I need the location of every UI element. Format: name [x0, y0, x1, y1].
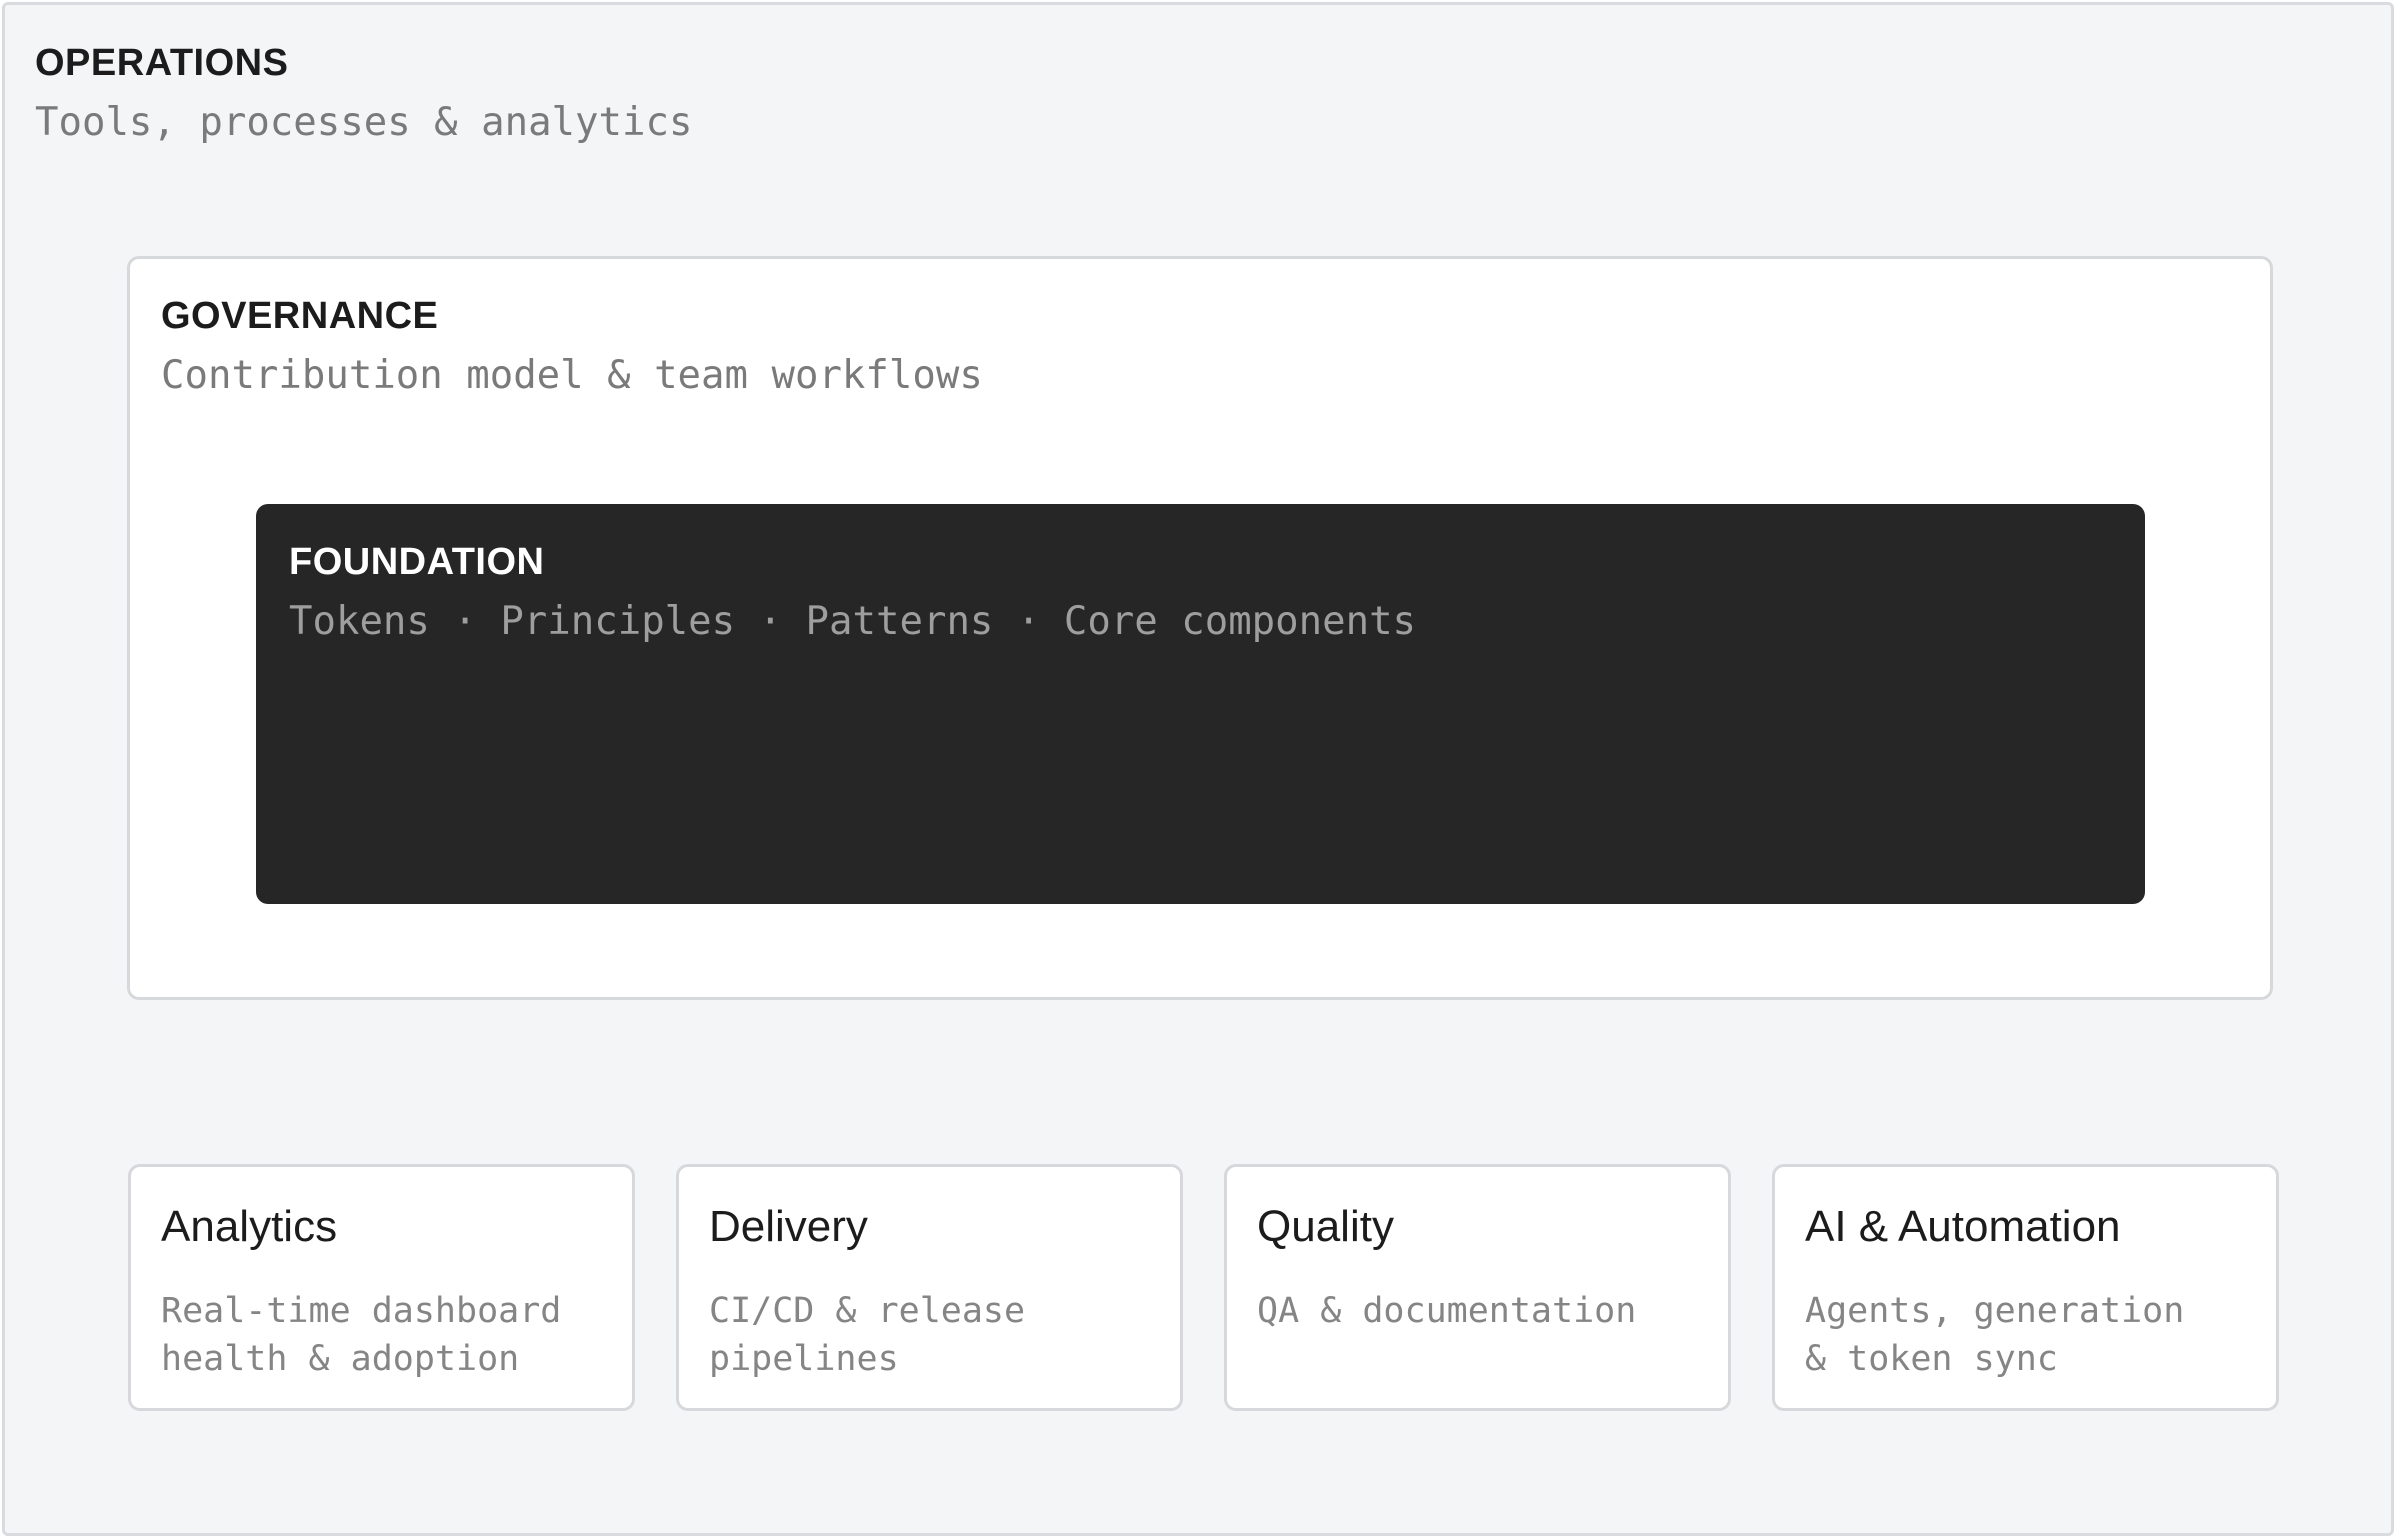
foundation-subtitle: Tokens · Principles · Patterns · Core co… — [289, 599, 1417, 644]
card-description: Real-time dashboard health & adoption — [161, 1291, 562, 1379]
operations-title: OPERATIONS — [35, 42, 289, 84]
card-title: AI & Automation — [1805, 1202, 2121, 1251]
card-analytics: Analytics Real-time dashboard health & a… — [128, 1164, 635, 1411]
card-title: Quality — [1257, 1202, 1394, 1251]
operations-subtitle: Tools, processes & analytics — [35, 100, 693, 145]
card-quality: Quality QA & documentation — [1224, 1164, 1731, 1411]
governance-subtitle: Contribution model & team workflows — [161, 353, 983, 398]
card-description: QA & documentation — [1257, 1291, 1637, 1331]
card-title: Delivery — [709, 1202, 868, 1251]
card-ai-automation: AI & Automation Agents, generation & tok… — [1772, 1164, 2279, 1411]
card-description: CI/CD & release pipelines — [709, 1291, 1026, 1379]
governance-title: GOVERNANCE — [161, 295, 439, 337]
foundation-layer: FOUNDATION Tokens · Principles · Pattern… — [256, 504, 2145, 904]
foundation-title: FOUNDATION — [289, 541, 545, 583]
card-delivery: Delivery CI/CD & release pipelines — [676, 1164, 1183, 1411]
card-description: Agents, generation & token sync — [1805, 1291, 2185, 1379]
card-title: Analytics — [161, 1202, 338, 1251]
